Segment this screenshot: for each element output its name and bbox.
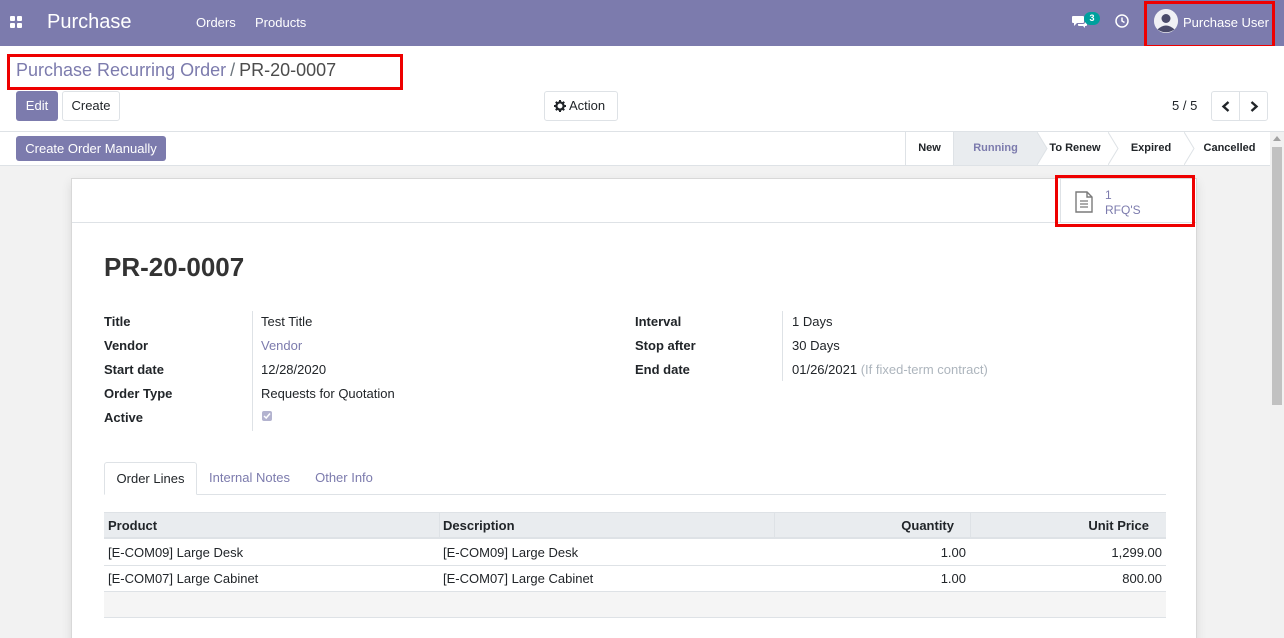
apps-menu-icon[interactable] <box>10 16 22 28</box>
cell-product: [E-COM09] Large Desk <box>108 545 244 560</box>
field-label-title: Title <box>104 314 131 329</box>
field-label-end-date: End date <box>635 362 690 377</box>
interval-unit: Days <box>802 314 833 329</box>
cell-quantity: 1.00 <box>940 571 966 586</box>
field-group-divider <box>252 311 253 431</box>
checkmark-icon <box>263 413 271 420</box>
smart-button-box: 1 RFQ'S <box>72 179 1196 223</box>
highlight-box-user <box>1144 1 1275 48</box>
column-header-unit-price[interactable]: Unit Price <box>971 513 1149 538</box>
record-title: PR-20-0007 <box>104 252 245 282</box>
stop-after-unit: Days <box>810 338 840 353</box>
table-row[interactable]: [E-COM07] Large Cabinet [E-COM07] Large … <box>104 566 1166 592</box>
menu-orders[interactable]: Orders <box>196 15 236 30</box>
end-date-hint: (If fixed-term contract) <box>860 362 988 377</box>
scrollbar-thumb[interactable] <box>1272 147 1282 405</box>
status-bar: Create Order Manually New Running To Ren… <box>0 132 1270 166</box>
field-group-divider <box>782 311 783 381</box>
create-order-manually-button[interactable]: Create Order Manually <box>16 136 166 161</box>
control-panel: Purchase Recurring Order / PR-20-0007 Edit… <box>0 46 1284 132</box>
tab-other-info[interactable]: Other Info <box>304 462 384 495</box>
column-header-quantity[interactable]: Quantity <box>775 513 954 538</box>
gear-icon <box>554 100 566 112</box>
cell-quantity: 1.00 <box>940 545 966 560</box>
clock-icon[interactable] <box>1115 14 1129 28</box>
cell-product: [E-COM07] Large Cabinet <box>108 571 259 586</box>
chat-counter-badge: 3 <box>1084 12 1100 25</box>
field-label-order-type: Order Type <box>104 386 173 401</box>
table-row[interactable]: [E-COM09] Large Desk [E-COM09] Large Des… <box>104 540 1166 566</box>
pager-previous-button[interactable] <box>1211 91 1240 121</box>
field-value-start-date: 12/28/2020 <box>261 362 327 377</box>
highlight-box-rfqs <box>1055 175 1195 227</box>
tab-internal-notes[interactable]: Internal Notes <box>199 462 300 495</box>
cell-description: [E-COM09] Large Desk <box>443 545 579 560</box>
stage-expired[interactable]: Expired <box>1113 132 1189 165</box>
field-value-title: Test Title <box>261 314 313 329</box>
column-header-product[interactable]: Product <box>108 513 157 538</box>
field-label-stop-after: Stop after <box>635 338 696 353</box>
stop-after-number: 30 <box>792 338 807 353</box>
field-value-order-type: Requests for Quotation <box>261 386 395 401</box>
stage-to-renew[interactable]: To Renew <box>1037 132 1113 165</box>
stage-cancelled[interactable]: Cancelled <box>1189 132 1270 165</box>
field-value-vendor-link[interactable]: Vendor <box>261 338 302 353</box>
field-value-stop-after: 30 Days <box>792 338 840 353</box>
field-value-end-date: 01/26/2021 (If fixed-term contract) <box>792 362 988 377</box>
active-checkbox <box>262 411 272 421</box>
field-label-active: Active <box>104 410 144 425</box>
cell-unit-price: 800.00 <box>1122 571 1162 586</box>
column-header-description[interactable]: Description <box>443 513 515 538</box>
vertical-scrollbar[interactable] <box>1270 132 1284 638</box>
cell-unit-price: 1,299.00 <box>1111 545 1162 560</box>
stage-new[interactable]: New <box>905 132 953 165</box>
tab-order-lines[interactable]: Order Lines <box>104 462 197 495</box>
edit-button[interactable]: Edit <box>16 91 58 121</box>
field-label-interval: Interval <box>635 314 682 329</box>
app-brand[interactable]: Purchase <box>47 11 132 34</box>
highlight-box-breadcrumb <box>7 54 403 90</box>
pager-next-button[interactable] <box>1239 91 1268 121</box>
table-header: Product Description Quantity Unit Price <box>104 512 1166 539</box>
chevron-right-icon <box>1250 101 1259 112</box>
create-button[interactable]: Create <box>62 91 120 121</box>
interval-number: 1 <box>792 314 800 329</box>
chevron-left-icon <box>1221 101 1230 112</box>
table-empty-row <box>104 592 1166 618</box>
menu-products[interactable]: Products <box>255 15 306 30</box>
scroll-up-arrow-icon[interactable] <box>1273 136 1281 141</box>
end-date-value: 01/26/2021 <box>792 362 858 377</box>
pager-value[interactable]: 5 / 5 <box>1172 98 1197 113</box>
cell-description: [E-COM07] Large Cabinet <box>443 571 594 586</box>
field-label-vendor: Vendor <box>104 338 149 353</box>
column-divider <box>439 513 440 538</box>
field-value-interval: 1 Days <box>792 314 832 329</box>
field-label-start-date: Start date <box>104 362 164 377</box>
stage-running[interactable]: Running <box>953 132 1037 165</box>
top-navbar: Purchase Orders Products 3 Purchase User <box>0 0 1284 46</box>
action-label: Action <box>569 98 606 113</box>
action-dropdown-button[interactable]: Action <box>544 91 618 121</box>
